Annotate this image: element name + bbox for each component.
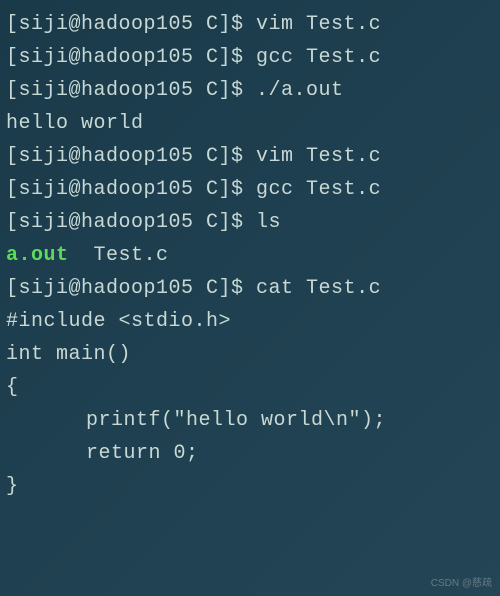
prompt: [siji@hadoop105 C]$ [6,211,256,234]
source-line: } [6,470,494,503]
command-text: ./a.out [256,79,344,102]
prompt: [siji@hadoop105 C]$ [6,145,256,168]
executable-file: a.out [6,244,69,267]
terminal-line: [siji@hadoop105 C]$ ls [6,206,494,239]
code-text: } [6,475,19,498]
command-text: cat Test.c [256,277,381,300]
terminal-output: hello world [6,107,494,140]
command-text: gcc Test.c [256,178,381,201]
prompt: [siji@hadoop105 C]$ [6,277,256,300]
watermark: CSDN @慈疏 [431,576,492,593]
code-text: printf("hello world\n"); [86,409,386,432]
command-text: gcc Test.c [256,46,381,69]
terminal-line: [siji@hadoop105 C]$ ./a.out [6,74,494,107]
command-text: ls [256,211,281,234]
prompt: [siji@hadoop105 C]$ [6,79,256,102]
source-line: { [6,371,494,404]
command-text: vim Test.c [256,13,381,36]
prompt: [siji@hadoop105 C]$ [6,13,256,36]
command-text: vim Test.c [256,145,381,168]
terminal-line: [siji@hadoop105 C]$ vim Test.c [6,140,494,173]
file-list: Test.c [69,244,169,267]
code-text: #include <stdio.h> [6,310,231,333]
terminal-line: [siji@hadoop105 C]$ cat Test.c [6,272,494,305]
terminal-line: [siji@hadoop105 C]$ gcc Test.c [6,173,494,206]
source-line: int main() [6,338,494,371]
source-line: #include <stdio.h> [6,305,494,338]
ls-output: a.out Test.c [6,239,494,272]
prompt: [siji@hadoop105 C]$ [6,46,256,69]
terminal-line: [siji@hadoop105 C]$ vim Test.c [6,8,494,41]
code-text: { [6,376,19,399]
terminal-line: [siji@hadoop105 C]$ gcc Test.c [6,41,494,74]
code-text: return 0; [86,442,199,465]
output-text: hello world [6,112,144,135]
code-text: int main() [6,343,131,366]
source-line: return 0; [6,437,494,470]
prompt: [siji@hadoop105 C]$ [6,178,256,201]
source-line: printf("hello world\n"); [6,404,494,437]
